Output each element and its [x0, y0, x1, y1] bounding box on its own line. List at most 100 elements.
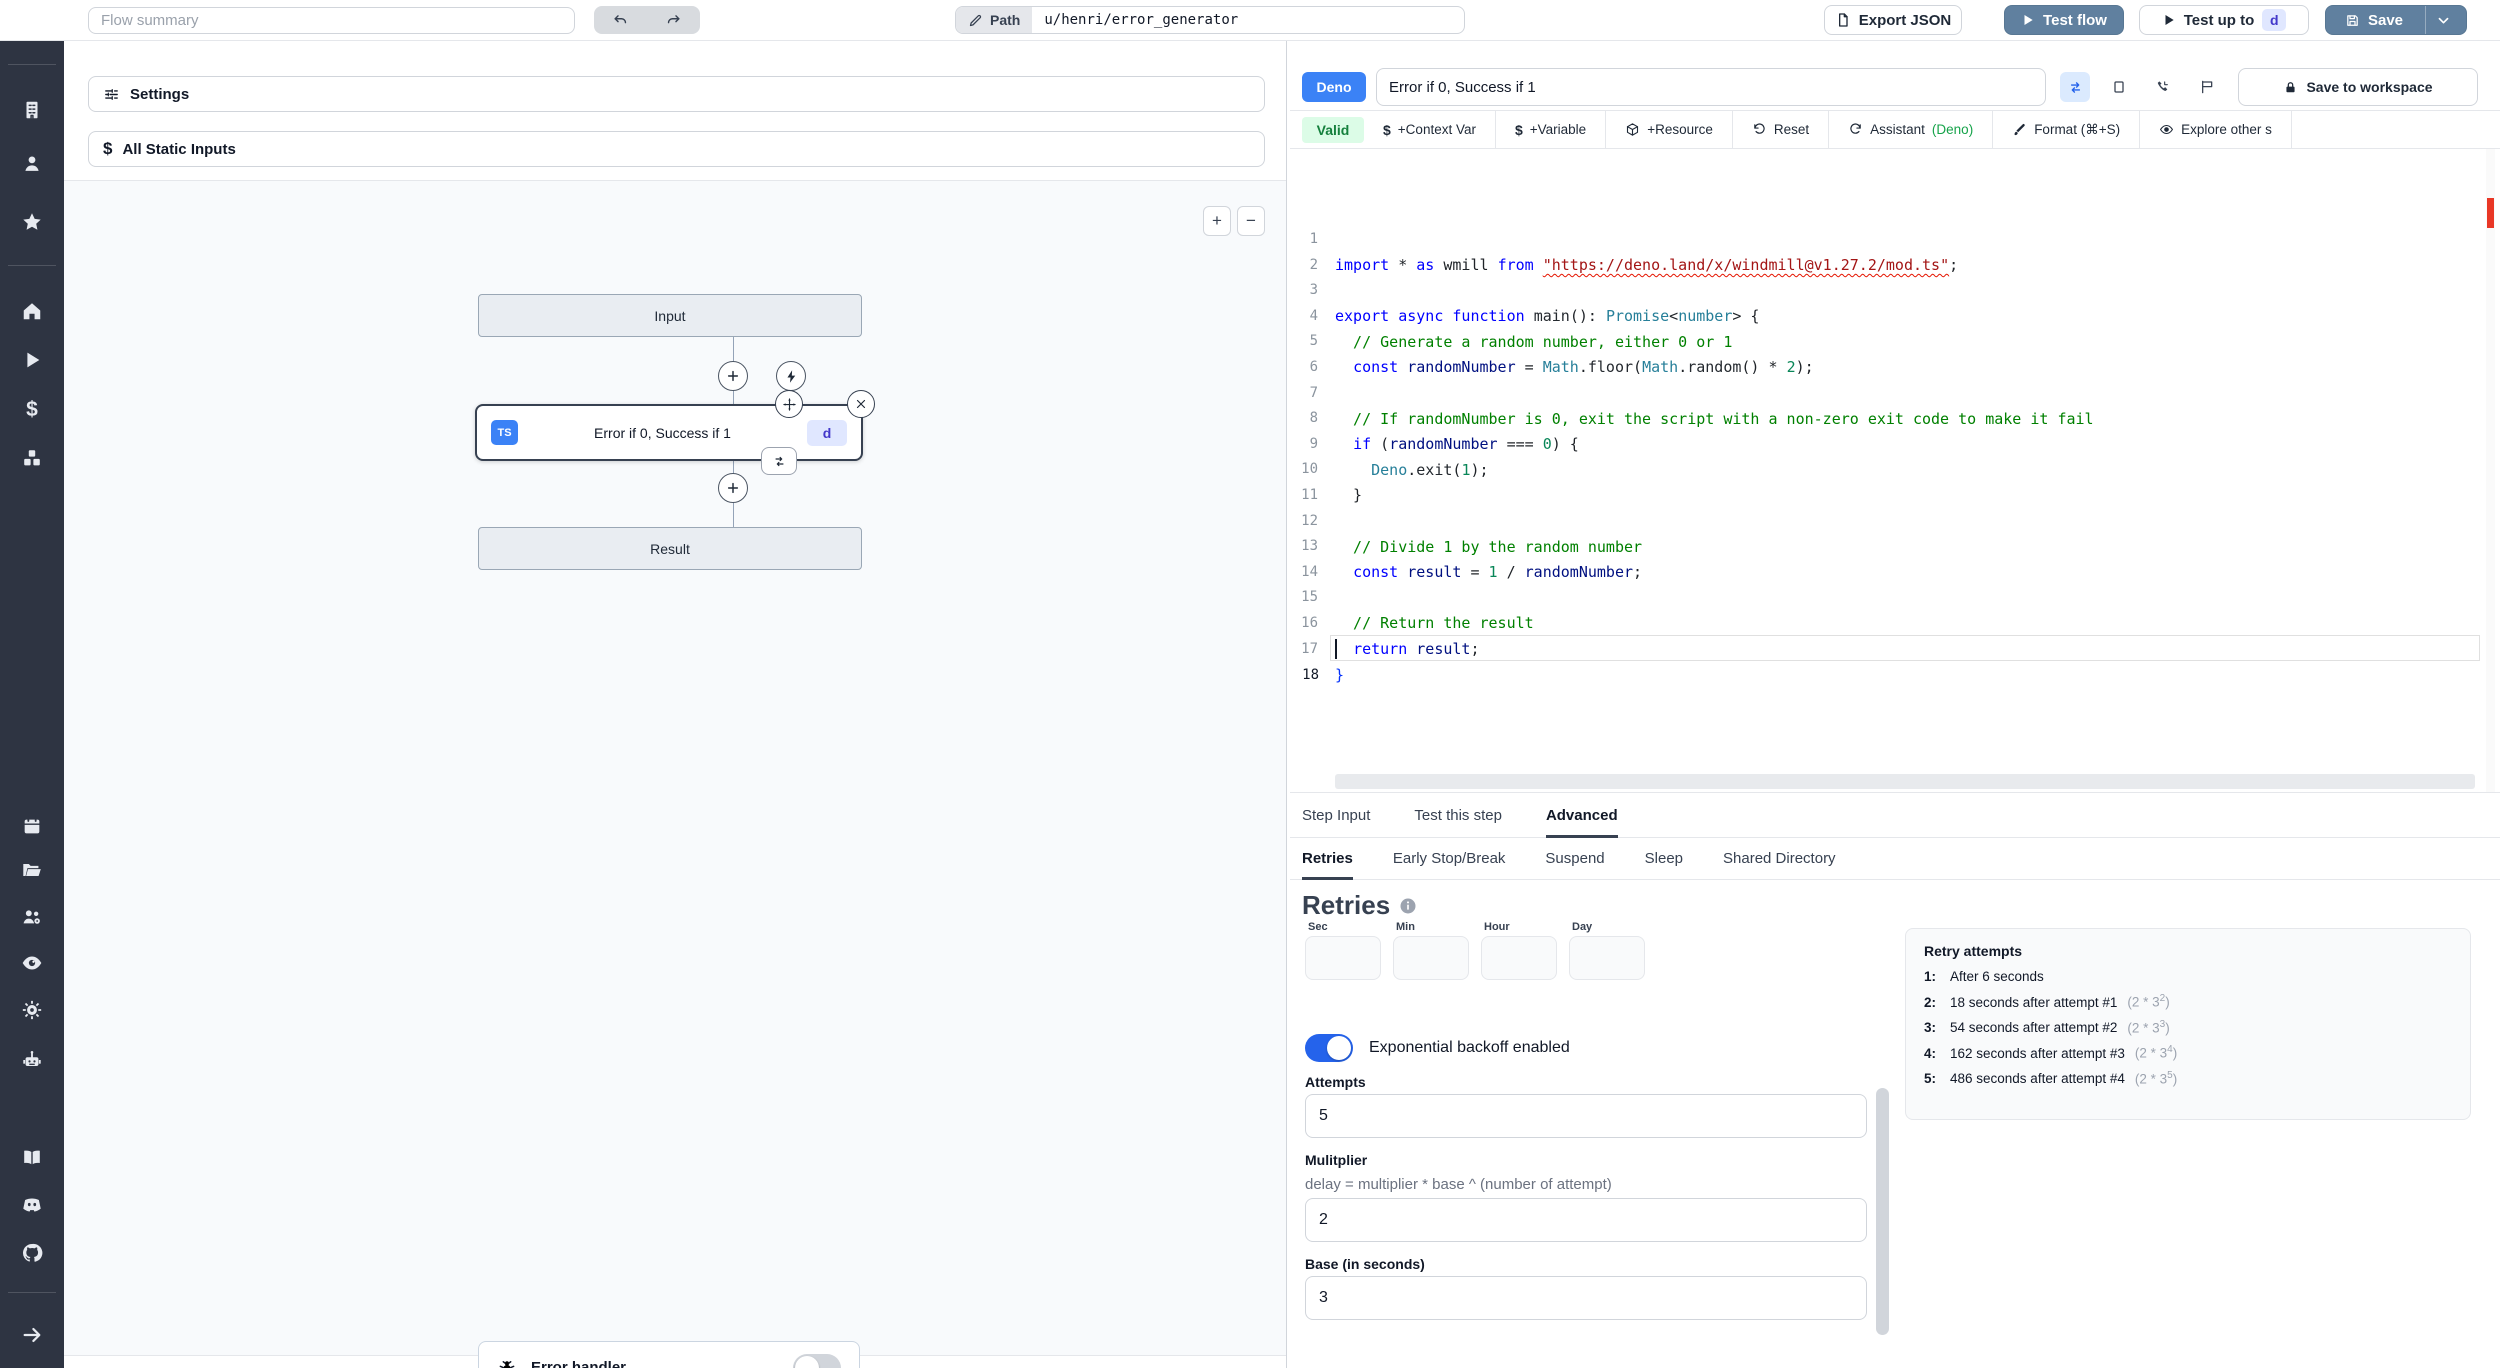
sidebar-item-book[interactable] — [0, 1140, 64, 1176]
subtab-early-stop-break[interactable]: Early Stop/Break — [1393, 838, 1506, 879]
sidebar-item-eye[interactable] — [0, 945, 64, 981]
webhook-button[interactable] — [2148, 72, 2178, 102]
result-node[interactable]: Result — [478, 527, 862, 570]
toolbar-item-0[interactable]: $ +Context Var — [1364, 111, 1496, 148]
sync-script-button[interactable] — [2060, 72, 2090, 102]
error-handler-row[interactable]: Error handler — [478, 1341, 860, 1368]
time-field-input-sec[interactable] — [1305, 936, 1381, 980]
add-step-button-bottom[interactable] — [718, 473, 748, 503]
time-field-input-day[interactable] — [1569, 936, 1645, 980]
undo-button[interactable] — [594, 6, 647, 34]
toolbar-item-5[interactable]: Format (⌘+S) — [1993, 111, 2141, 148]
sidebar-item-home[interactable] — [0, 293, 64, 329]
sidebar-item-users-gear[interactable] — [0, 899, 64, 935]
flow-canvas[interactable]: + − Input TS Error if 0, Success if 1 d — [64, 180, 1286, 1368]
base-input[interactable] — [1305, 1276, 1867, 1320]
settings-row[interactable]: Settings — [88, 76, 1265, 112]
calendar-icon — [21, 815, 43, 837]
time-field-input-hour[interactable] — [1481, 936, 1557, 980]
retry-indicator-button[interactable] — [761, 447, 797, 475]
plus-icon — [725, 480, 741, 496]
retry-attempts-title: Retry attempts — [1924, 943, 2023, 959]
multiplier-input[interactable] — [1305, 1198, 1867, 1242]
trigger-button[interactable] — [776, 361, 806, 391]
flow-summary-input[interactable] — [88, 7, 575, 34]
info-icon[interactable] — [1399, 897, 1417, 915]
star-icon — [21, 211, 43, 233]
input-node[interactable]: Input — [478, 294, 862, 337]
sidebar-item-cubes[interactable] — [0, 440, 64, 476]
exponential-backoff-toggle[interactable] — [1305, 1034, 1353, 1062]
subtab-sleep[interactable]: Sleep — [1645, 838, 1683, 879]
typescript-badge: TS — [491, 420, 518, 445]
sidebar-item-dollar[interactable]: $ — [0, 392, 64, 428]
book-icon — [21, 1147, 43, 1169]
editor-horizontal-scrollbar[interactable] — [1335, 774, 2475, 789]
test-flow-button[interactable]: Test flow — [2004, 5, 2124, 35]
save-button[interactable]: Save — [2325, 5, 2467, 35]
sidebar-item-star[interactable] — [0, 204, 64, 240]
backoff-label: Exponential backoff enabled — [1369, 1039, 1570, 1056]
zoom-out-button[interactable]: − — [1237, 206, 1265, 236]
sidebar-item-building[interactable] — [0, 92, 64, 128]
file-export-icon — [1835, 12, 1851, 28]
save-dropdown-button[interactable] — [2425, 6, 2461, 34]
toolbar-item-6[interactable]: Explore other s — [2140, 111, 2292, 148]
tab-advanced[interactable]: Advanced — [1545, 793, 1618, 838]
export-json-button[interactable]: Export JSON — [1824, 5, 1962, 35]
sidebar-item-robot[interactable] — [0, 1042, 64, 1078]
sidebar-item-calendar[interactable] — [0, 808, 64, 844]
dollar-sm-icon: $ — [1514, 121, 1523, 138]
redo-button[interactable] — [647, 6, 700, 34]
line-number: 17 — [1301, 640, 1318, 657]
attempts-input[interactable] — [1305, 1094, 1867, 1138]
toolbar-item-3[interactable]: Reset — [1733, 111, 1830, 148]
language-badge[interactable]: Deno — [1302, 72, 1366, 102]
add-step-button-top[interactable] — [718, 361, 748, 391]
sidebar-item-gear[interactable] — [0, 992, 64, 1028]
retry-row-formula: (2 * 35) — [2134, 1069, 2178, 1087]
time-field-label-hour: Hour — [1484, 921, 1510, 933]
code-editor[interactable]: 1 import * as wmill from "https://deno.l… — [1290, 148, 2500, 792]
dollar-icon: $ — [26, 398, 38, 421]
sidebar-item-folder[interactable] — [0, 852, 64, 888]
time-field-input-min[interactable] — [1393, 936, 1469, 980]
time-field-label-day: Day — [1572, 921, 1593, 933]
editor-cursor — [1335, 639, 1337, 660]
expand-editor-button[interactable] — [2104, 72, 2134, 102]
sidebar-item-discord[interactable] — [0, 1187, 64, 1223]
retry-row-number: 5: — [1924, 1071, 1937, 1086]
zoom-in-button[interactable]: + — [1203, 206, 1231, 236]
step-name-input[interactable] — [1376, 68, 2046, 106]
save-main[interactable]: Save — [2331, 6, 2417, 34]
sidebar-item-arrow-right[interactable] — [0, 1317, 64, 1353]
subtab-shared-directory[interactable]: Shared Directory — [1723, 838, 1836, 879]
save-to-workspace-button[interactable]: Save to workspace — [2238, 68, 2478, 106]
retry-row-text: 54 seconds after attempt #2 — [1950, 1020, 2118, 1035]
retry-attempt-row-5: 5: 486 seconds after attempt #4 (2 * 35) — [1924, 1070, 2452, 1087]
line-number: 18 — [1302, 667, 1319, 684]
toolbar-item-1[interactable]: $ +Variable — [1496, 111, 1607, 148]
tab-test-this-step[interactable]: Test this step — [1414, 793, 1502, 837]
flag-button[interactable] — [2192, 72, 2222, 102]
toolbar-item-2[interactable]: +Resource — [1606, 111, 1733, 148]
test-up-to-button[interactable]: Test up to d — [2139, 5, 2309, 35]
path-field[interactable]: Path u/henri/error_generator — [955, 6, 1465, 34]
sidebar-item-play[interactable] — [0, 342, 64, 378]
code-line-18: 18 — [1302, 635, 2480, 683]
move-step-button[interactable] — [775, 390, 803, 418]
retries-title-text: Retries — [1302, 890, 1391, 920]
step-node[interactable]: TS Error if 0, Success if 1 d — [475, 390, 875, 475]
subtab-retries[interactable]: Retries — [1302, 838, 1353, 880]
delete-step-button[interactable] — [847, 390, 875, 418]
tab-step-input[interactable]: Step Input — [1302, 793, 1370, 837]
toolbar-item-4[interactable]: Assistant (Deno) — [1829, 111, 1994, 148]
error-handler-toggle[interactable] — [793, 1353, 841, 1368]
pencil-icon — [968, 13, 983, 28]
all-static-inputs-row[interactable]: $ All Static Inputs — [88, 131, 1265, 167]
sidebar-item-github[interactable] — [0, 1235, 64, 1271]
move-icon — [782, 397, 797, 412]
subtab-suspend[interactable]: Suspend — [1545, 838, 1604, 879]
retries-scrollbar-thumb[interactable] — [1876, 1088, 1889, 1335]
sidebar-item-user[interactable] — [0, 146, 64, 182]
